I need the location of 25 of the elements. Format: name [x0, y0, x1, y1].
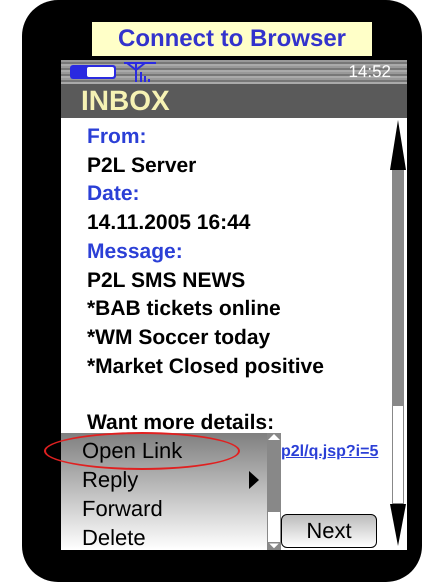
- scroll-down-icon[interactable]: [390, 504, 406, 546]
- menu-item[interactable]: Reply: [82, 465, 267, 494]
- field-label: From:: [87, 124, 148, 150]
- field-value: 14.11.2005 16:44: [87, 210, 252, 236]
- menu-item[interactable]: Open Link: [82, 436, 267, 465]
- scroll-up-icon[interactable]: [390, 120, 406, 170]
- menu-item[interactable]: Delete: [82, 523, 267, 552]
- menu-item[interactable]: Forward: [82, 494, 267, 523]
- screen-title: INBOX: [81, 85, 170, 117]
- message-text: Want more details:: [87, 411, 274, 434]
- battery-icon: [69, 64, 117, 80]
- field-value: P2L Server: [87, 152, 198, 179]
- scroll-thumb[interactable]: [392, 170, 404, 405]
- clock-time: 14:52: [348, 62, 391, 82]
- next-button[interactable]: Next: [281, 514, 377, 548]
- menu-scrollbar[interactable]: [267, 433, 281, 550]
- message-link[interactable]: p2l/q.jsp?i=5: [281, 443, 378, 460]
- tooltip: Connect to Browser: [92, 22, 372, 56]
- signal-icon: [123, 62, 157, 82]
- field-label: Message:: [87, 238, 184, 265]
- field-value: *BAB tickets online: [87, 296, 282, 322]
- field-label: Date:: [87, 181, 141, 208]
- field-value: *Market Closed positive: [87, 354, 325, 380]
- field-value: *WM Soccer today: [87, 324, 272, 351]
- field-value: P2L SMS NEWS: [87, 268, 246, 294]
